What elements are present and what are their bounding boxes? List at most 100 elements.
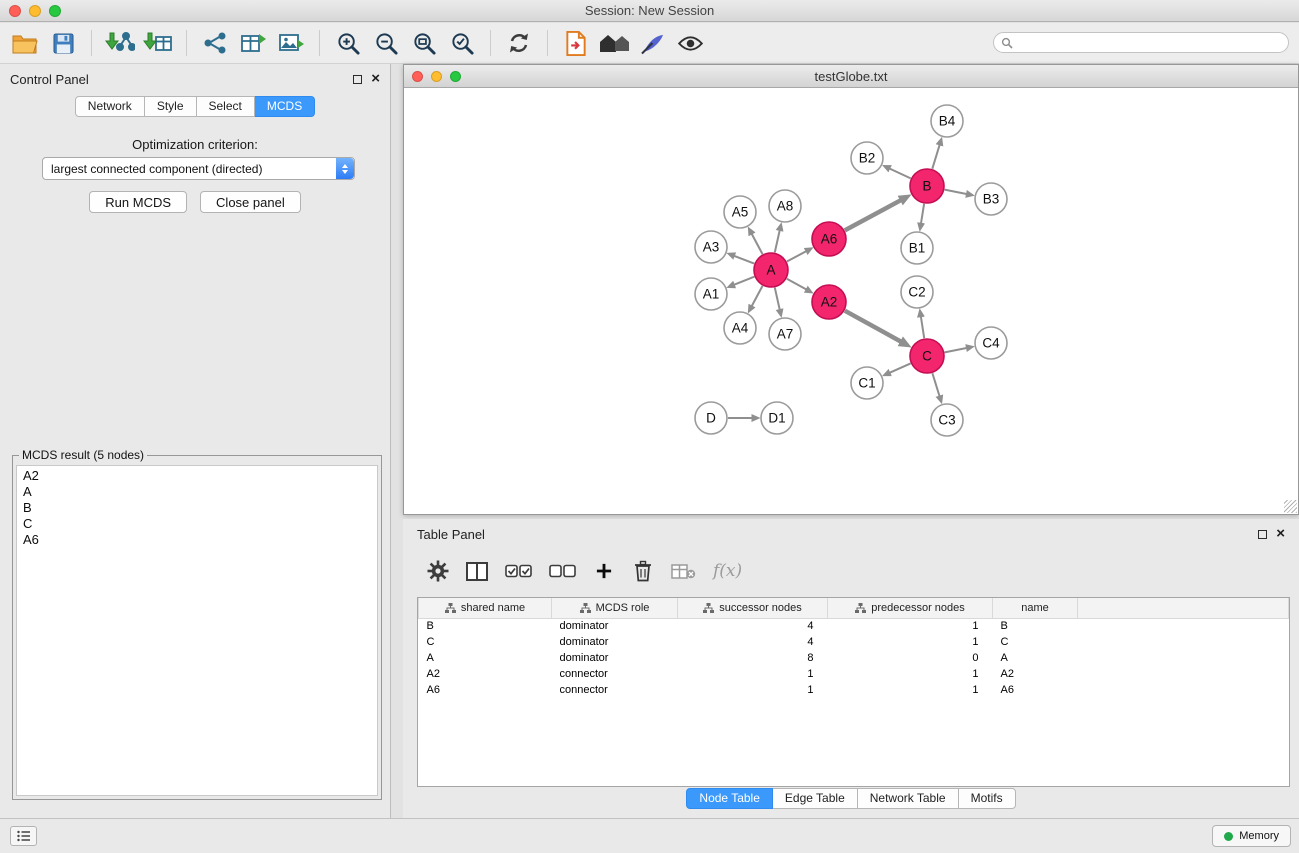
minimize-window-icon[interactable]	[431, 71, 442, 82]
close-window-icon[interactable]	[9, 5, 21, 17]
graph-edge-A-A8[interactable]	[775, 230, 780, 252]
close-panel-button[interactable]: Close panel	[200, 191, 301, 213]
graph-node-A5[interactable]: A5	[724, 196, 756, 228]
graph-node-C1[interactable]: C1	[851, 367, 883, 399]
toolbar-search-field[interactable]	[993, 32, 1289, 53]
column-header-mcds-role[interactable]: MCDS role	[552, 598, 678, 618]
result-item[interactable]: A	[23, 484, 371, 500]
task-history-button[interactable]	[10, 826, 37, 846]
tab-network[interactable]: Network	[75, 96, 145, 117]
graph-node-C2[interactable]: C2	[901, 276, 933, 308]
table-cell[interactable]: B	[993, 618, 1078, 634]
node-table-container[interactable]: shared name MCDS role successor nodes pr…	[417, 597, 1290, 787]
table-cell[interactable]: 4	[678, 634, 828, 650]
graph-edge-A-A7[interactable]	[775, 288, 780, 310]
style-brush-button[interactable]	[633, 26, 671, 60]
graph-edge-C-C1[interactable]	[890, 363, 911, 372]
save-session-button[interactable]	[44, 26, 82, 60]
import-network-button[interactable]	[101, 26, 139, 60]
table-cell[interactable]: A6	[419, 682, 552, 698]
table-cell[interactable]: 1	[678, 682, 828, 698]
table-settings-button[interactable]	[427, 558, 449, 584]
table-cell[interactable]: dominator	[552, 634, 678, 650]
graph-node-C[interactable]: C	[910, 339, 944, 373]
table-cell[interactable]: A6	[993, 682, 1078, 698]
column-header-shared-name[interactable]: shared name	[419, 598, 552, 618]
network-window-titlebar[interactable]: testGlobe.txt	[404, 65, 1298, 88]
run-mcds-button[interactable]: Run MCDS	[89, 191, 187, 213]
show-columns-button[interactable]	[466, 558, 488, 584]
search-input[interactable]	[1017, 36, 1267, 50]
apply-layout-button[interactable]	[500, 26, 538, 60]
table-cell[interactable]: 1	[678, 666, 828, 682]
close-panel-icon[interactable]: ×	[1276, 529, 1285, 539]
graph-node-B4[interactable]: B4	[931, 105, 963, 137]
graph-node-A6[interactable]: A6	[812, 222, 846, 256]
tab-network-table[interactable]: Network Table	[858, 788, 959, 809]
table-cell[interactable]: B	[419, 618, 552, 634]
graph-edge-C-C4[interactable]	[945, 348, 967, 352]
table-cell[interactable]: 1	[828, 666, 993, 682]
table-cell[interactable]: A	[993, 650, 1078, 666]
delete-column-button[interactable]	[632, 558, 654, 584]
table-row[interactable]: A2connector11A2	[419, 666, 1289, 682]
open-session-button[interactable]	[6, 26, 44, 60]
column-header-predecessor-nodes[interactable]: predecessor nodes	[828, 598, 993, 618]
select-all-rows-button[interactable]	[505, 558, 532, 584]
float-panel-icon[interactable]	[353, 75, 362, 84]
zoom-in-button[interactable]	[329, 26, 367, 60]
graph-edge-A-A4[interactable]	[752, 286, 763, 306]
table-cell[interactable]: 4	[678, 618, 828, 634]
graph-node-B[interactable]: B	[910, 169, 944, 203]
graph-edge-A6-B[interactable]	[845, 200, 901, 230]
table-row[interactable]: Bdominator41B	[419, 618, 1289, 634]
tab-node-table[interactable]: Node Table	[686, 788, 773, 809]
export-image-button[interactable]	[272, 26, 310, 60]
graphics-details-button[interactable]	[671, 26, 709, 60]
minimize-window-icon[interactable]	[29, 5, 41, 17]
zoom-window-icon[interactable]	[49, 5, 61, 17]
float-panel-icon[interactable]	[1258, 530, 1267, 539]
function-builder-button[interactable]: f(x)	[713, 558, 742, 584]
tab-motifs[interactable]: Motifs	[959, 788, 1016, 809]
table-row[interactable]: Cdominator41C	[419, 634, 1289, 650]
share-network-button[interactable]	[196, 26, 234, 60]
graph-node-B1[interactable]: B1	[901, 232, 933, 264]
graph-node-A[interactable]: A	[754, 253, 788, 287]
graph-node-A8[interactable]: A8	[769, 190, 801, 222]
export-table-button[interactable]	[234, 26, 272, 60]
tab-mcds[interactable]: MCDS	[255, 96, 315, 117]
graph-edge-A-A5[interactable]	[752, 234, 763, 254]
export-file-button[interactable]	[557, 26, 595, 60]
create-column-button[interactable]	[593, 558, 615, 584]
graph-node-A2[interactable]: A2	[812, 285, 846, 319]
graph-edge-B-B2[interactable]	[890, 169, 911, 179]
column-header-successor-nodes[interactable]: successor nodes	[678, 598, 828, 618]
optimization-criterion-dropdown[interactable]: largest connected component (directed)	[42, 157, 355, 180]
graph-edge-A-A3[interactable]	[734, 256, 754, 264]
graph-edge-B-B3[interactable]	[945, 190, 967, 194]
tab-edge-table[interactable]: Edge Table	[773, 788, 858, 809]
graph-edge-A-A1[interactable]	[734, 277, 754, 285]
table-cell[interactable]: dominator	[552, 618, 678, 634]
table-cell[interactable]: dominator	[552, 650, 678, 666]
window-resize-handle[interactable]	[1284, 500, 1297, 513]
graph-edge-A2-C[interactable]	[845, 311, 901, 342]
tab-select[interactable]: Select	[197, 96, 255, 117]
table-cell[interactable]: A2	[993, 666, 1078, 682]
graph-node-C3[interactable]: C3	[931, 404, 963, 436]
result-item[interactable]: B	[23, 500, 371, 516]
graph-node-A4[interactable]: A4	[724, 312, 756, 344]
table-cell[interactable]: C	[993, 634, 1078, 650]
graph-edge-A-A2[interactable]	[787, 279, 806, 290]
birdseye-view-button[interactable]	[595, 26, 633, 60]
graph-edge-A-A6[interactable]	[787, 251, 806, 261]
graph-node-A7[interactable]: A7	[769, 318, 801, 350]
table-cell[interactable]: 8	[678, 650, 828, 666]
result-item[interactable]: A6	[23, 532, 371, 548]
table-cell[interactable]: A	[419, 650, 552, 666]
graph-node-D1[interactable]: D1	[761, 402, 793, 434]
mcds-result-list[interactable]: A2ABCA6	[16, 465, 378, 796]
network-canvas[interactable]: B4B2BB3A5A8A6A3AB1A1A2C2A4A7C4CC1C3DD1	[404, 88, 1298, 514]
graph-edge-C-C3[interactable]	[932, 373, 939, 396]
